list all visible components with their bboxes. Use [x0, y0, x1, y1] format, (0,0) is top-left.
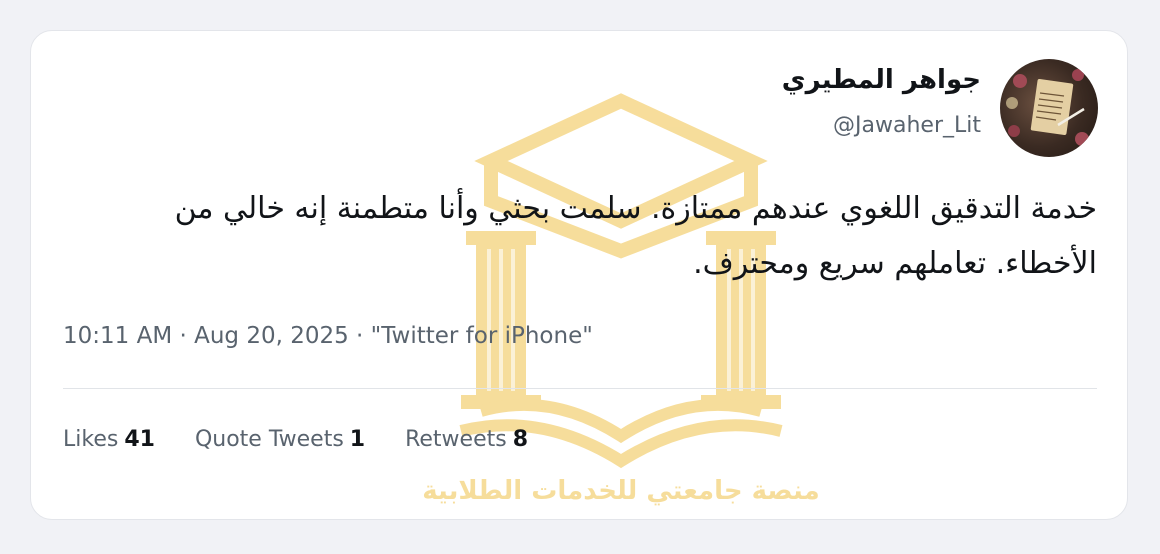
user-handle[interactable]: @Jawaher_Lit: [833, 113, 981, 138]
quote-tweets-count: 1: [349, 427, 366, 452]
retweets-count: 8: [512, 427, 529, 452]
display-name[interactable]: جواهر المطيري: [782, 65, 981, 95]
user-avatar[interactable]: [1000, 59, 1098, 157]
quote-tweets-stat[interactable]: Quote Tweets 1: [195, 427, 365, 452]
retweets-label: Retweets: [405, 427, 507, 452]
divider: [63, 388, 1097, 389]
likes-label: Likes: [63, 427, 119, 452]
likes-count: 41: [124, 427, 155, 452]
quote-tweets-label: Quote Tweets: [194, 427, 344, 452]
likes-stat[interactable]: Likes 41: [63, 427, 155, 452]
retweets-stat[interactable]: Retweets 8: [405, 427, 528, 452]
tweet-card: منصة جامعتي للخدمات الطلابية جواهر المطي…: [30, 30, 1128, 520]
tweet-text-line: خدمة التدقيق اللغوي عندهم ممتازة. سلمت ب…: [174, 191, 1097, 226]
parchment-avatar-icon: [1006, 69, 1089, 146]
tweet-text-line: الأخطاء. تعاملهم سريع ومحترف.: [693, 246, 1097, 281]
engagement-stats: Likes 41 Quote Tweets 1 Retweets 8: [63, 427, 568, 452]
tweet-text: خدمة التدقيق اللغوي عندهم ممتازة. سلمت ب…: [57, 181, 1097, 291]
watermark-text: منصة جامعتي للخدمات الطلابية: [422, 476, 819, 506]
tweet-timestamp[interactable]: 10:11 AM · Aug 20, 2025 · "Twitter for i…: [63, 323, 593, 349]
